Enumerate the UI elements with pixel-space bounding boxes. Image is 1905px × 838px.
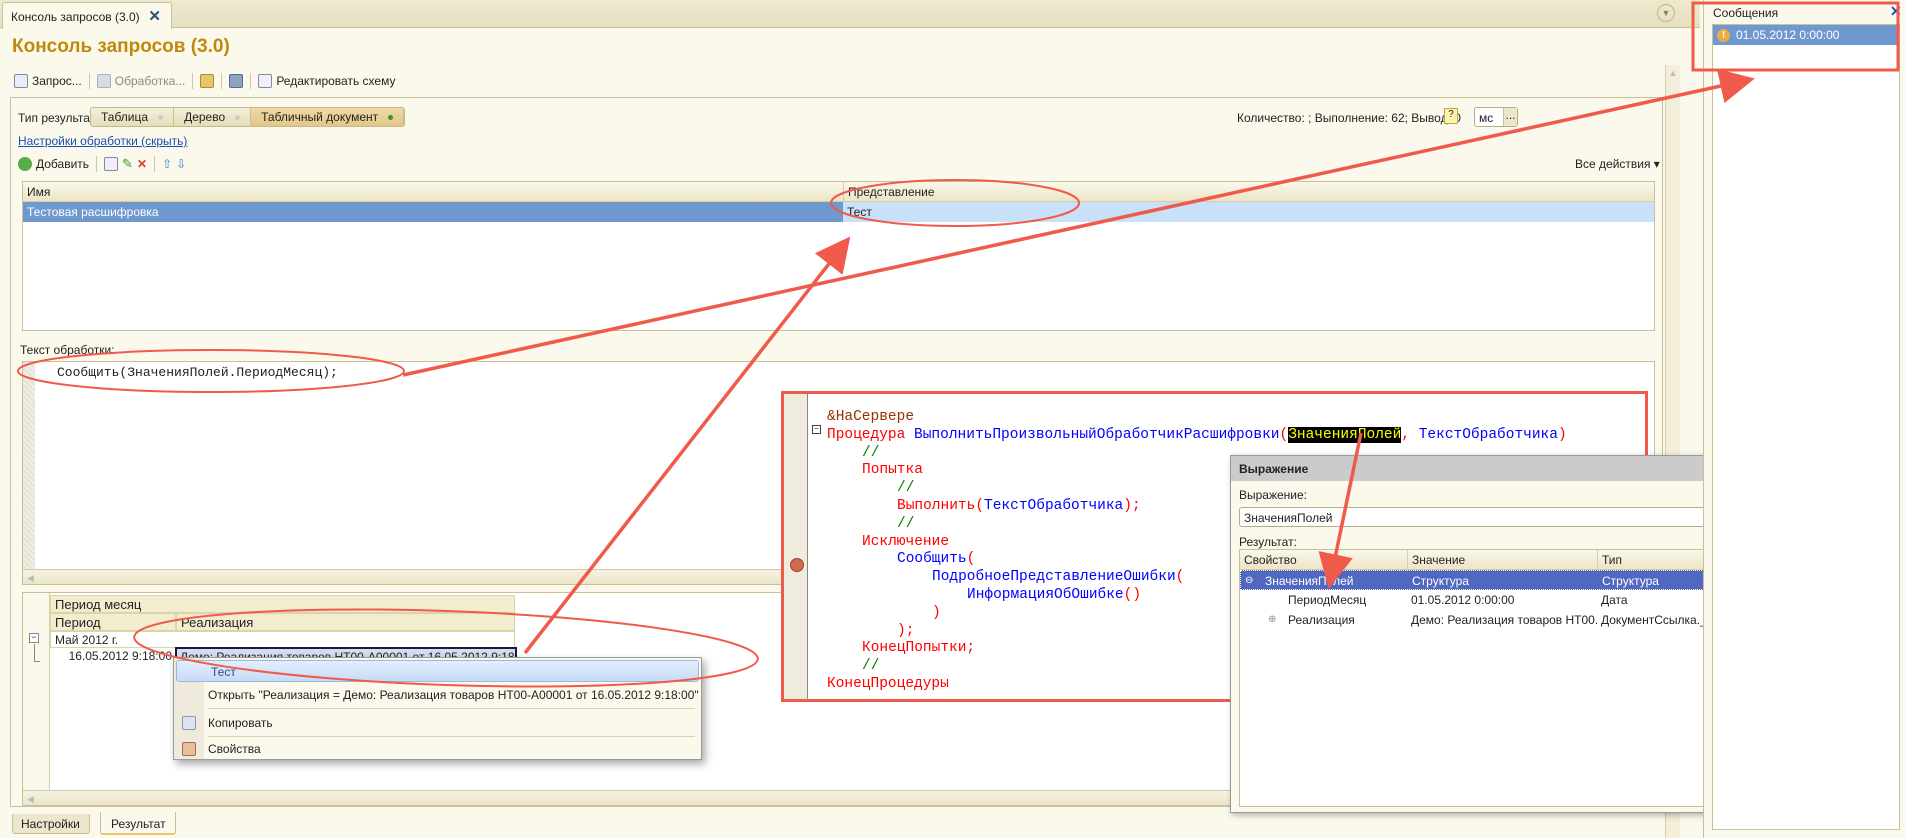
annotation-arrow-to-messages (402, 68, 1755, 377)
annotation-ellipse-code (17, 349, 405, 393)
annotation-box-messages (1691, 1, 1900, 72)
annotation-ellipse-sale (133, 608, 759, 688)
annotation-arrow-to-tree (1318, 432, 1363, 589)
annotation-overlay (17, 1, 1900, 688)
annotation-arrow-to-presentation (523, 236, 851, 655)
annotation-ellipse-presentation (830, 179, 1080, 227)
